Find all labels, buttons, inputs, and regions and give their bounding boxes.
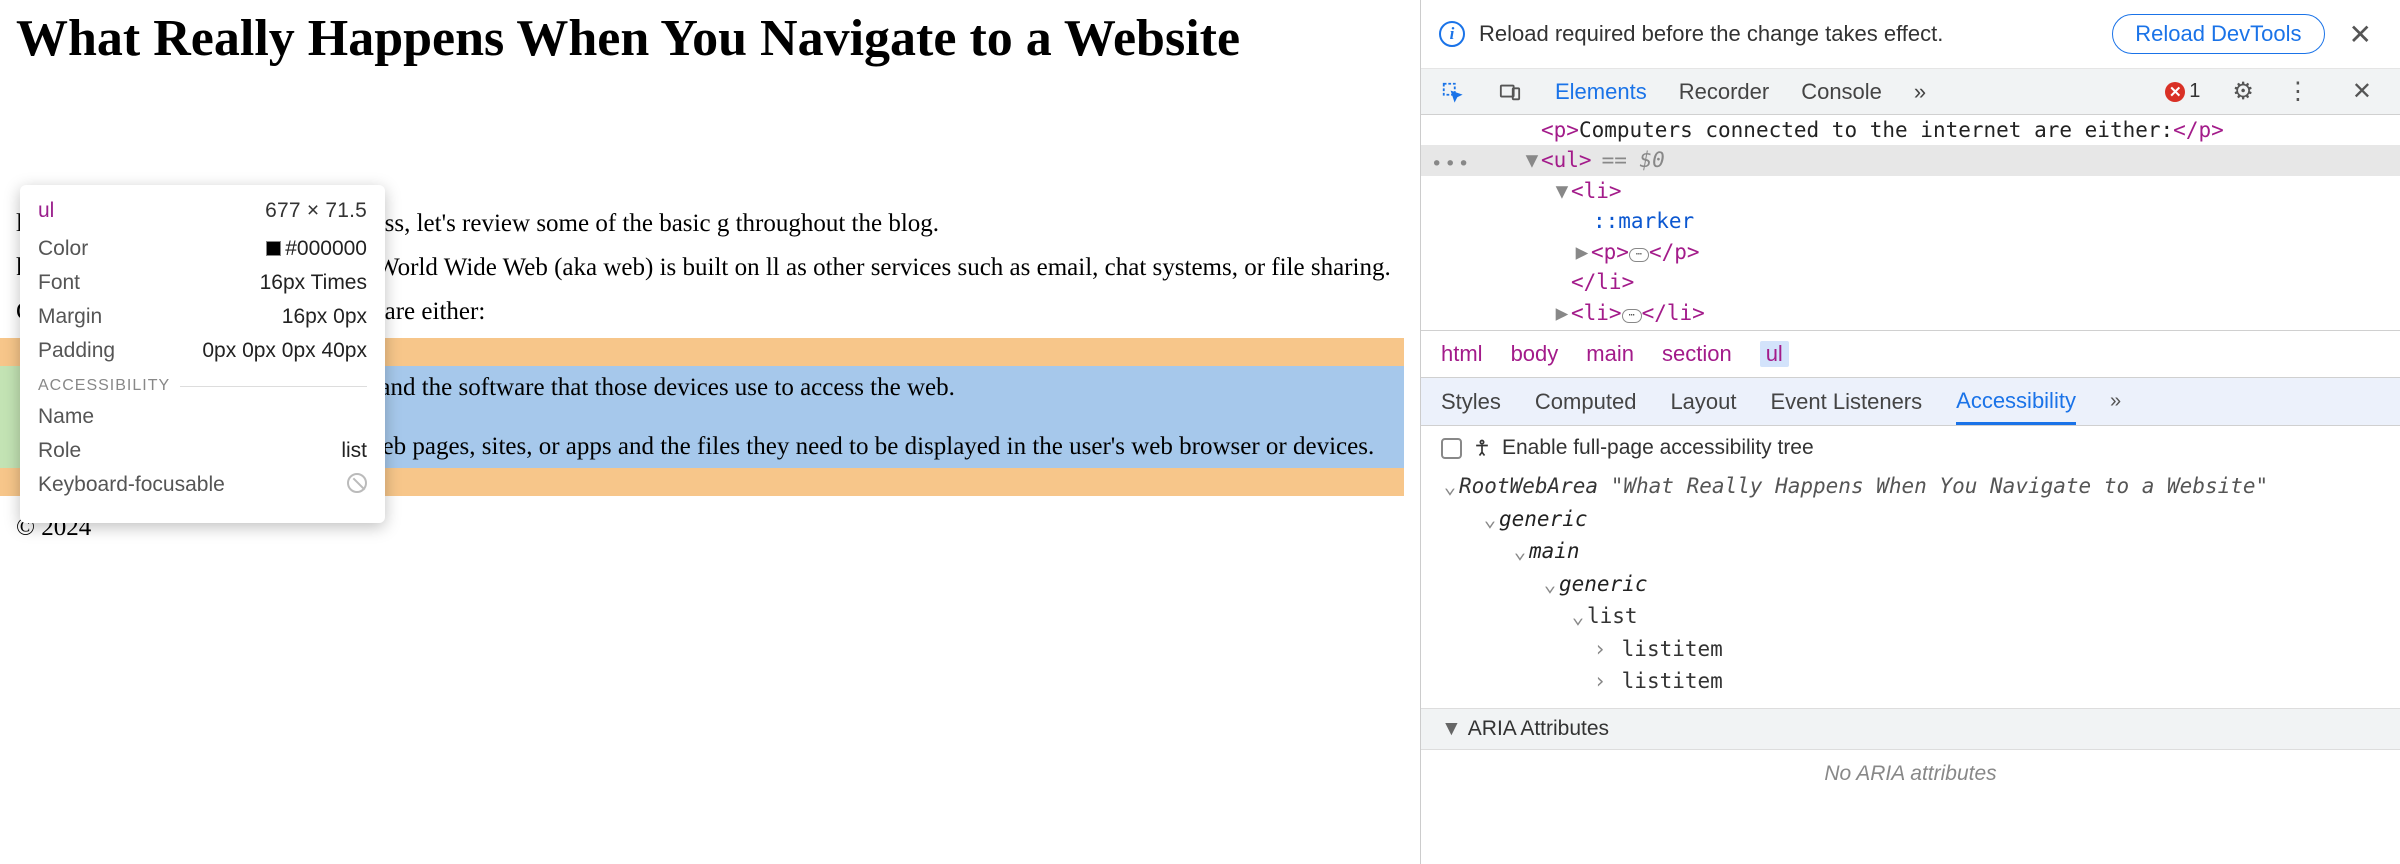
dom-node[interactable]: <p>Computers connected to the internet a…: [1421, 115, 2400, 145]
dom-breadcrumb: html body main section ul: [1421, 330, 2400, 378]
kebab-icon[interactable]: ⋮: [2286, 77, 2310, 106]
aria-attributes-empty: No ARIA attributes: [1421, 750, 2400, 798]
inspect-element-icon[interactable]: [1439, 79, 1465, 105]
subtabs-more-icon[interactable]: »: [2110, 390, 2121, 413]
device-toggle-icon[interactable]: [1497, 79, 1523, 105]
tooltip-a11y-kf-label: Keyboard-focusable: [38, 473, 225, 497]
devtools-tabs: Elements Recorder Console » ✕1 ⚙ ⋮ ✕: [1421, 69, 2400, 115]
subtab-accessibility[interactable]: Accessibility: [1956, 388, 2076, 425]
info-icon: i: [1439, 21, 1465, 47]
subtab-computed[interactable]: Computed: [1535, 389, 1637, 415]
dom-node[interactable]: ▼<li>: [1421, 176, 2400, 206]
inspect-tooltip: ul 677 × 71.5 Color #000000 Font 16px Time…: [20, 185, 385, 523]
dom-marker[interactable]: ::marker: [1421, 206, 2400, 236]
tooltip-a11y-name-label: Name: [38, 405, 94, 429]
breadcrumb-item[interactable]: html: [1441, 341, 1483, 367]
close-devtools-icon[interactable]: ✕: [2342, 77, 2382, 106]
enable-a11y-tree-checkbox[interactable]: [1441, 438, 1462, 459]
tooltip-tag: ul: [38, 199, 54, 223]
accessibility-panel: Enable full-page accessibility tree ⌄Roo…: [1421, 426, 2400, 708]
dom-node[interactable]: ▶<p>⋯</p>: [1421, 237, 2400, 267]
tree-row[interactable]: ⌄main: [1441, 535, 2380, 568]
dom-tree[interactable]: <p>Computers connected to the internet a…: [1421, 115, 2400, 330]
tooltip-margin-value: 16px 0px: [282, 305, 367, 329]
devtools-panel: i Reload required before the change take…: [1420, 0, 2400, 864]
tab-console[interactable]: Console: [1801, 79, 1882, 105]
tree-row[interactable]: › listitem: [1441, 665, 2380, 698]
tab-elements[interactable]: Elements: [1555, 79, 1647, 105]
tooltip-font-value: 16px Times: [260, 271, 367, 295]
breadcrumb-item-selected[interactable]: ul: [1760, 341, 1789, 367]
tooltip-accessibility-section: ACCESSIBILITY: [38, 377, 367, 395]
show-more-icon[interactable]: •••: [1431, 151, 1471, 179]
breadcrumb-item[interactable]: body: [1511, 341, 1559, 367]
tooltip-dimensions: 677 × 71.5: [265, 199, 367, 223]
tooltip-margin-label: Margin: [38, 305, 102, 329]
ellipsis-icon[interactable]: ⋯: [1629, 248, 1649, 262]
error-dot-icon: ✕: [2165, 82, 2185, 102]
tree-row[interactable]: › listitem: [1441, 633, 2380, 666]
tooltip-color-label: Color: [38, 237, 88, 261]
tree-row[interactable]: ⌄generic: [1441, 503, 2380, 536]
enable-a11y-tree-label: Enable full-page accessibility tree: [1502, 436, 1814, 460]
dom-node-selected[interactable]: ▼<ul>== $0: [1421, 145, 2400, 175]
rendered-page: What Really Happens When You Navigate to…: [0, 0, 1420, 864]
tooltip-padding-value: 0px 0px 0px 40px: [202, 339, 367, 363]
dom-node[interactable]: </li>: [1421, 267, 2400, 297]
tooltip-color-value: #000000: [285, 237, 367, 260]
dom-node[interactable]: ▶<li>⋯</li>: [1421, 298, 2400, 328]
accessibility-tree[interactable]: ⌄RootWebArea "What Really Happens When Y…: [1441, 470, 2380, 698]
tooltip-a11y-role-value: list: [341, 439, 367, 463]
styles-subtabs: Styles Computed Layout Event Listeners A…: [1421, 378, 2400, 426]
tooltip-font-label: Font: [38, 271, 80, 295]
subtab-event-listeners[interactable]: Event Listeners: [1771, 389, 1923, 415]
tab-recorder[interactable]: Recorder: [1679, 79, 1769, 105]
subtab-layout[interactable]: Layout: [1670, 389, 1736, 415]
error-badge[interactable]: ✕1: [2165, 80, 2200, 103]
tooltip-padding-label: Padding: [38, 339, 115, 363]
close-icon[interactable]: ✕: [2339, 18, 2382, 51]
subtab-styles[interactable]: Styles: [1441, 389, 1501, 415]
banner-text: Reload required before the change takes …: [1479, 21, 2098, 47]
not-focusable-icon: [347, 473, 367, 493]
breadcrumb-item[interactable]: main: [1586, 341, 1634, 367]
tabs-more-icon[interactable]: »: [1914, 79, 1926, 105]
accessibility-icon: [1472, 438, 1492, 458]
error-count: 1: [2189, 80, 2200, 103]
tooltip-a11y-role-label: Role: [38, 439, 81, 463]
devtools-banner: i Reload required before the change take…: [1421, 0, 2400, 69]
tree-row[interactable]: ⌄RootWebArea "What Really Happens When Y…: [1441, 470, 2380, 503]
tree-row[interactable]: ⌄list: [1441, 600, 2380, 633]
tree-row[interactable]: ⌄generic: [1441, 568, 2380, 601]
reload-devtools-button[interactable]: Reload DevTools: [2112, 14, 2324, 54]
gear-icon[interactable]: ⚙: [2232, 77, 2254, 106]
page-title: What Really Happens When You Navigate to…: [16, 10, 1404, 67]
aria-attributes-header[interactable]: ▼ARIA Attributes: [1421, 708, 2400, 750]
color-swatch-icon: [266, 241, 281, 256]
breadcrumb-item[interactable]: section: [1662, 341, 1732, 367]
ellipsis-icon[interactable]: ⋯: [1622, 309, 1642, 323]
